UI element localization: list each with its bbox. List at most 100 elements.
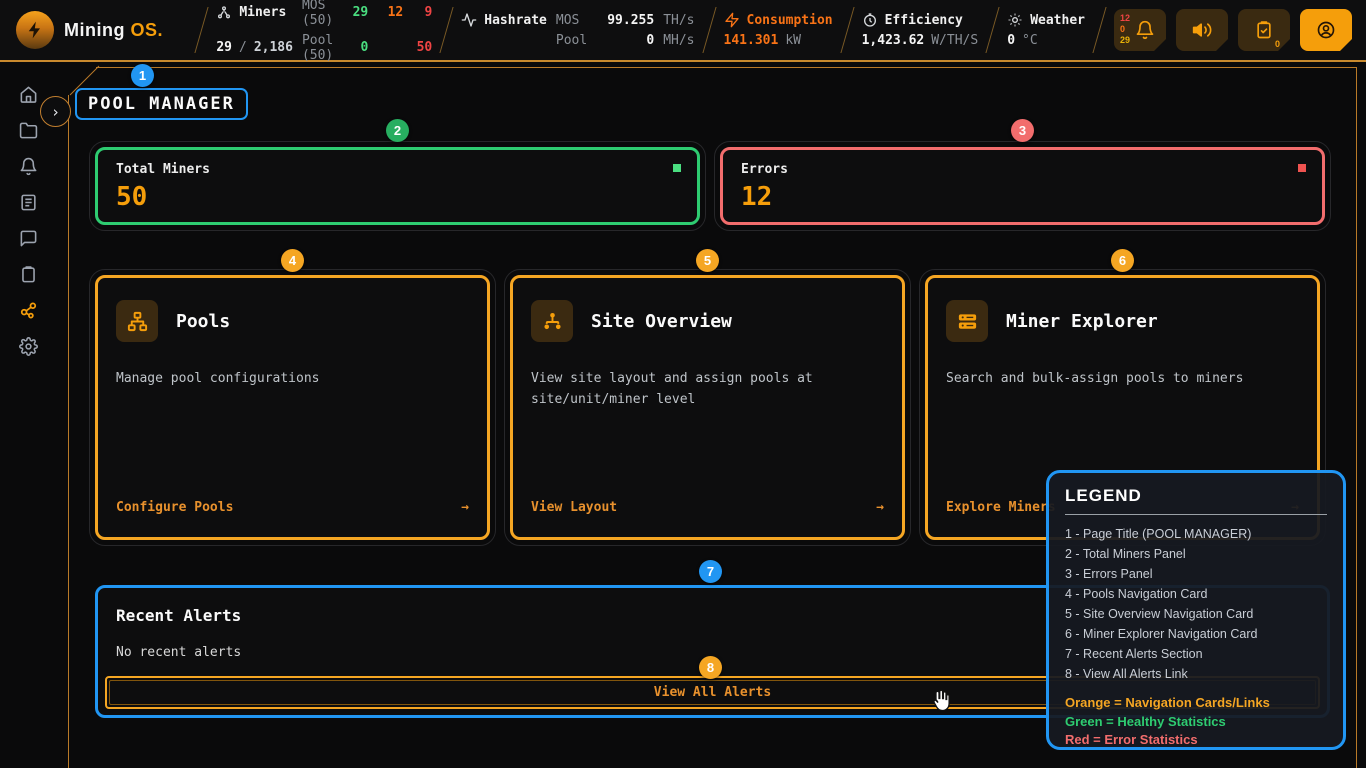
total-miners-panel: Total Miners 50 <box>95 147 700 225</box>
header-stats: Miners MOS (50) 29 12 9 29/2,186 Pool (5… <box>187 0 1114 60</box>
card-description: Manage pool configurations <box>116 368 469 389</box>
logo-lightning-icon <box>16 11 54 49</box>
page-title: POOL MANAGER <box>75 88 248 120</box>
legend-item: 1 - Page Title (POOL MANAGER) <box>1065 524 1327 544</box>
annotation-badge-8: 8 <box>699 656 722 679</box>
healthy-status-dot <box>673 164 681 172</box>
annotation-badge-1: 1 <box>131 64 154 87</box>
bell-icon <box>1135 20 1155 40</box>
legend-separator <box>1065 514 1327 515</box>
efficiency-value: 1,423.62 <box>862 33 925 48</box>
message-icon <box>19 229 38 248</box>
miners-warn-count: 12 <box>377 5 403 20</box>
consumption-value: 141.301 <box>724 33 779 48</box>
legend-item: 8 - View All Alerts Link <box>1065 664 1327 684</box>
miners-total: 2,186 <box>254 40 293 55</box>
legend-item: 6 - Miner Explorer Navigation Card <box>1065 624 1327 644</box>
annotation-badge-4: 4 <box>281 249 304 272</box>
stat-efficiency: Efficiency 1,423.62W/TH/S <box>862 12 979 48</box>
top-header: Mining OS. Miners MOS (50) 29 12 9 29/2,… <box>0 0 1366 62</box>
configure-pools-link[interactable]: Configure Pools → <box>116 500 469 515</box>
tasks-button[interactable]: 0 <box>1238 9 1290 51</box>
site-overview-card[interactable]: Site Overview View site layout and assig… <box>510 275 905 540</box>
card-title: Miner Explorer <box>1006 311 1158 332</box>
stat-hashrate: Hashrate MOS 99.255 TH/s Pool 0 MH/s <box>461 12 694 48</box>
profile-button[interactable] <box>1300 9 1352 51</box>
errors-panel: Errors 12 <box>720 147 1325 225</box>
weather-sun-icon <box>1007 12 1023 28</box>
tasks-badge: 0 <box>1275 39 1280 49</box>
total-miners-value: 50 <box>116 182 679 212</box>
legend-item: 2 - Total Miners Panel <box>1065 544 1327 564</box>
pools-card[interactable]: Pools Manage pool configurations Configu… <box>95 275 490 540</box>
stat-divider <box>1092 7 1106 53</box>
mining-os-screen: Mining OS. Miners MOS (50) 29 12 9 29/2,… <box>0 0 1366 768</box>
annotation-badge-7: 7 <box>699 560 722 583</box>
sidebar-item-alerts[interactable] <box>10 156 46 176</box>
site-hierarchy-icon <box>531 300 573 342</box>
hashrate-mos-value: 99.255 <box>596 13 654 28</box>
legend-item: 7 - Recent Alerts Section <box>1065 644 1327 664</box>
legend-key-red: Red = Error Statistics <box>1065 731 1327 750</box>
speaker-icon <box>1192 20 1212 40</box>
annotation-badge-2: 2 <box>386 119 409 142</box>
legend-key-orange: Orange = Navigation Cards/Links <box>1065 694 1327 713</box>
efficiency-label: Efficiency <box>885 13 963 28</box>
folder-icon <box>19 121 38 140</box>
sidebar-collapse-toggle[interactable]: › <box>40 96 71 127</box>
hashrate-pool-value: 0 <box>596 33 654 48</box>
sidebar-item-messages[interactable] <box>10 228 46 248</box>
hashrate-label: Hashrate <box>484 13 547 28</box>
stat-divider <box>440 7 454 53</box>
consumption-bolt-icon <box>724 12 740 28</box>
server-stack-icon <box>946 300 988 342</box>
sidebar-item-reports[interactable] <box>10 192 46 212</box>
app-name: Mining OS. <box>64 20 163 41</box>
arrow-right-icon: → <box>461 500 469 515</box>
card-description: View site layout and assign pools at sit… <box>531 368 884 410</box>
legend-color-key: Orange = Navigation Cards/Links Green = … <box>1065 694 1327 750</box>
card-title: Pools <box>176 311 230 332</box>
legend-item: 4 - Pools Navigation Card <box>1065 584 1327 604</box>
hashrate-pulse-icon <box>461 12 477 28</box>
stat-weather: Weather 0°C <box>1007 12 1085 48</box>
errors-label: Errors <box>741 162 1304 177</box>
miners-error-count: 9 <box>412 5 432 20</box>
sidebar-item-tasks[interactable] <box>10 264 46 284</box>
errors-value: 12 <box>741 182 1304 212</box>
notification-counts: 12 0 29 <box>1120 13 1130 46</box>
pool-ok-count: 0 <box>342 40 368 55</box>
card-title: Site Overview <box>591 311 732 332</box>
miners-nodes-icon <box>216 5 232 21</box>
sidebar-item-home[interactable] <box>10 84 46 104</box>
view-layout-link[interactable]: View Layout → <box>531 500 884 515</box>
sidebar <box>0 62 56 768</box>
pool-error-count: 50 <box>412 40 432 55</box>
annotation-badge-3: 3 <box>1011 119 1034 142</box>
miners-pool-scope: Pool (50) <box>302 33 333 63</box>
legend-item: 5 - Site Overview Navigation Card <box>1065 604 1327 624</box>
card-description: Search and bulk-assign pools to miners <box>946 368 1299 389</box>
legend-items: 1 - Page Title (POOL MANAGER) 2 - Total … <box>1065 524 1327 684</box>
sidebar-item-settings[interactable] <box>10 336 46 356</box>
legend-title: LEGEND <box>1065 486 1327 506</box>
stat-divider <box>840 7 854 53</box>
annotation-badge-5: 5 <box>696 249 719 272</box>
legend-key-green: Green = Healthy Statistics <box>1065 713 1327 732</box>
annotation-badge-6: 6 <box>1111 249 1134 272</box>
legend-item: 3 - Errors Panel <box>1065 564 1327 584</box>
total-miners-label: Total Miners <box>116 162 679 177</box>
clipboard-check-icon <box>1254 20 1274 40</box>
sound-button[interactable] <box>1176 9 1228 51</box>
header-actions: 12 0 29 0 <box>1114 9 1366 51</box>
sidebar-item-pools[interactable] <box>10 300 46 320</box>
miners-ok-count: 29 <box>342 5 368 20</box>
file-text-icon <box>19 193 38 212</box>
consumption-label: Consumption <box>747 13 833 28</box>
chevron-right-icon: › <box>51 103 60 121</box>
legend-panel: LEGEND 1 - Page Title (POOL MANAGER) 2 -… <box>1046 470 1346 750</box>
sidebar-item-folder[interactable] <box>10 120 46 140</box>
notifications-button[interactable]: 12 0 29 <box>1114 9 1166 51</box>
miners-current: 29 <box>216 40 232 55</box>
app-logo: Mining OS. <box>0 11 187 49</box>
